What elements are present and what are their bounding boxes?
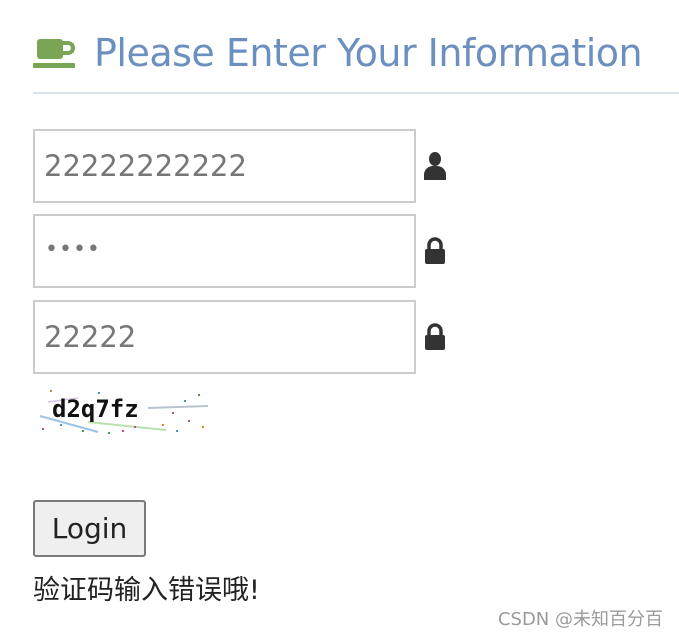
captcha-image[interactable]: d2q7fz xyxy=(38,386,210,436)
error-message: 验证码输入错误哦! xyxy=(33,575,260,606)
user-icon xyxy=(424,152,446,180)
username-value: 22222222222 xyxy=(44,149,247,183)
watermark: CSDN @未知百分百 xyxy=(497,609,663,630)
password-masked-value: •••• xyxy=(45,237,101,262)
page-title: Please Enter Your Information xyxy=(94,31,643,75)
login-button[interactable]: Login xyxy=(33,500,146,557)
username-input[interactable]: 22222222222 xyxy=(33,129,416,203)
lock-icon xyxy=(425,323,445,350)
lock-icon xyxy=(425,237,445,264)
page-header: Please Enter Your Information xyxy=(33,26,679,94)
captcha-input-value: 22222 xyxy=(44,320,137,354)
password-input[interactable]: •••• xyxy=(33,214,416,288)
captcha-text: d2q7fz xyxy=(52,395,139,423)
coffee-icon xyxy=(33,39,75,68)
captcha-input[interactable]: 22222 xyxy=(33,300,416,374)
